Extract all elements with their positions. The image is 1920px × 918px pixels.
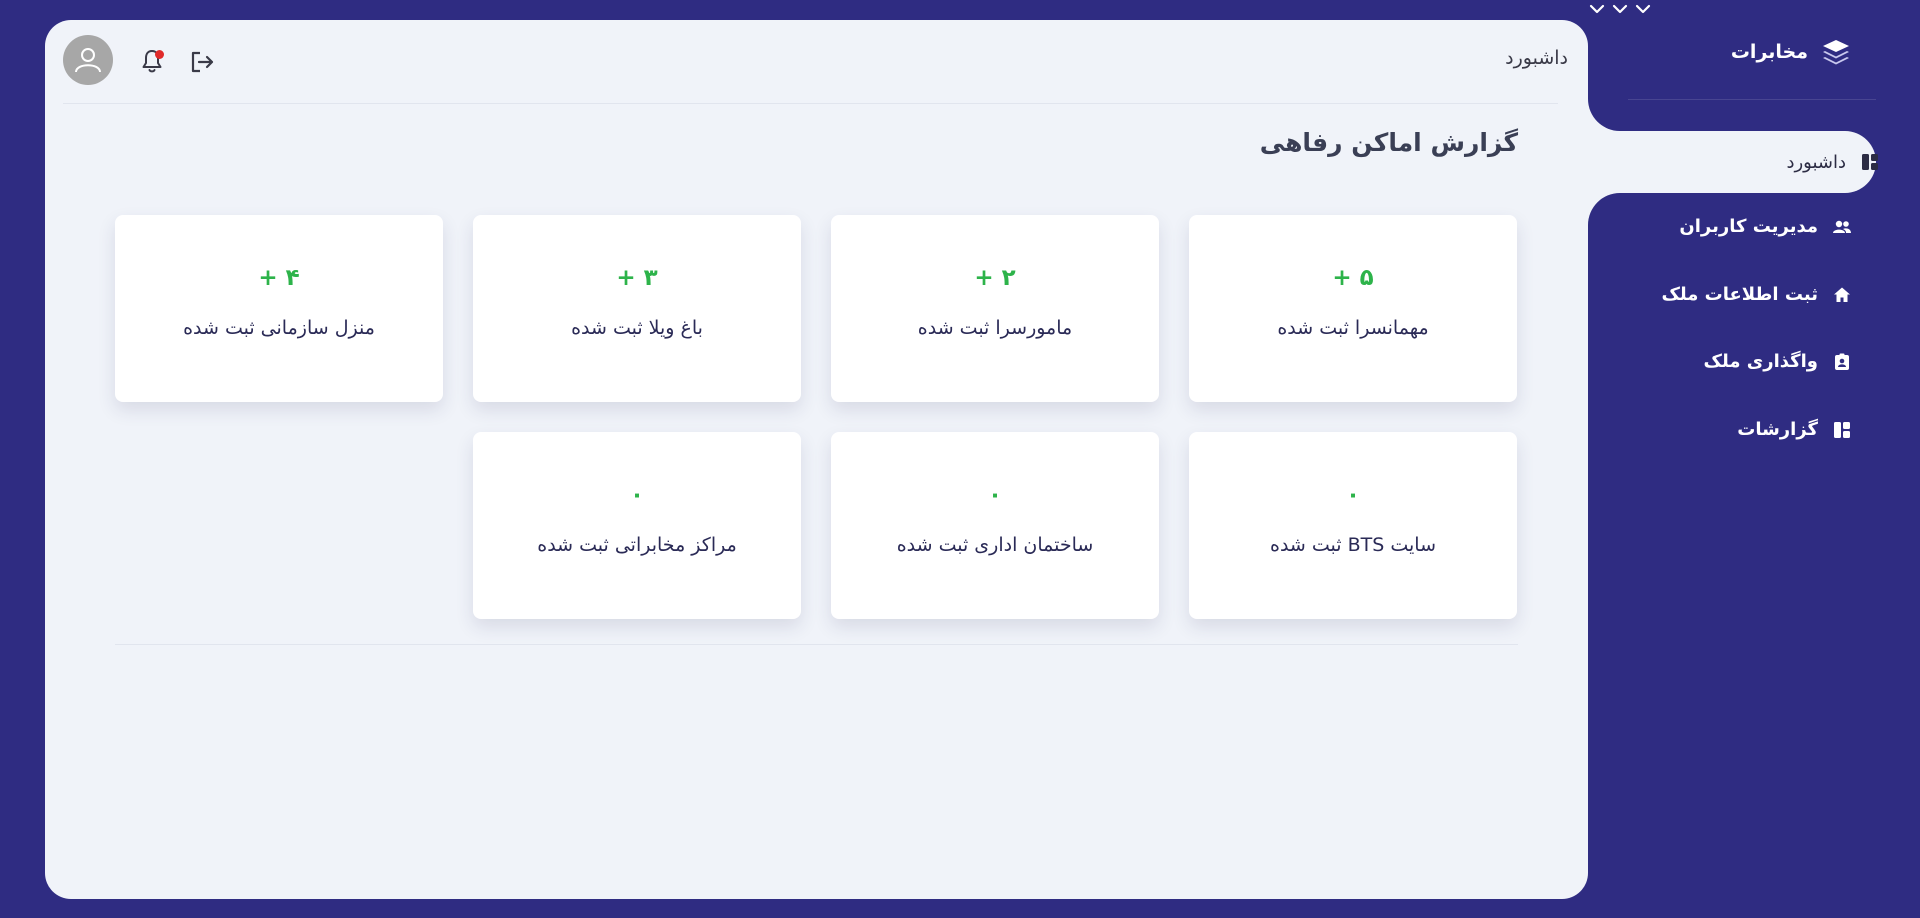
stat-label: منزل سازمانی ثبت شده <box>183 317 375 339</box>
sidebar-item-dashboard[interactable]: داشبورد <box>1786 131 1880 193</box>
sidebar-item-label: داشبورد <box>1786 151 1846 173</box>
sidebar-item-label: ثبت اطلاعات ملک <box>1661 284 1818 305</box>
user-icon <box>75 48 101 73</box>
stat-label: باغ ویلا ثبت شده <box>571 317 703 339</box>
brand-divider <box>1614 99 1876 100</box>
stat-value: ۰ <box>629 482 645 508</box>
sidebar-item-property-registration[interactable]: ثبت اطلاعات ملک <box>1661 284 1852 305</box>
stat-card-garden-villa[interactable]: + ۳ باغ ویلا ثبت شده <box>473 215 801 402</box>
stat-label: سایت BTS ثبت شده <box>1269 534 1436 556</box>
dashboard-icon <box>1860 152 1880 172</box>
active-tab-curve-top <box>1588 99 1628 131</box>
chevron-down-icon[interactable] <box>1588 3 1611 22</box>
sidebar-item-reports[interactable]: گزارشات <box>1737 419 1852 440</box>
stat-card-bts-site[interactable]: ۰ سایت BTS ثبت شده <box>1189 432 1517 619</box>
stat-value: + ۴ <box>258 265 300 291</box>
stat-value: ۰ <box>1345 482 1361 508</box>
stat-value: + ۲ <box>974 265 1016 291</box>
report-icon <box>1832 420 1852 440</box>
section-divider <box>115 644 1518 645</box>
stat-card-office-building[interactable]: ۰ ساختمان اداری ثبت شده <box>831 432 1159 619</box>
sidebar-item-label: مدیریت کاربران <box>1679 216 1818 237</box>
page-title: گزارش اماکن رفاهی <box>1259 128 1518 157</box>
layers-icon <box>1820 36 1852 68</box>
brand[interactable]: مخابرات <box>1731 36 1852 68</box>
sidebar: مخابرات داشبورد مدیریت کاربران ثبت اطلاع… <box>1588 0 1920 918</box>
stat-card-telecom-center[interactable]: ۰ مراکز مخابراتی ثبت شده <box>473 432 801 619</box>
stat-card-guesthouse[interactable]: + ۵ مهمانسرا ثبت شده <box>1189 215 1517 402</box>
stat-label: مراکز مخابراتی ثبت شده <box>537 534 737 556</box>
home-icon <box>1832 285 1852 305</box>
brand-title: مخابرات <box>1730 41 1808 63</box>
stat-label: مهمانسرا ثبت شده <box>1277 317 1429 339</box>
sidebar-item-label: گزارشات <box>1737 419 1818 440</box>
avatar[interactable] <box>63 35 113 85</box>
stat-card-mission-house[interactable]: + ۲ مامورسرا ثبت شده <box>831 215 1159 402</box>
stat-label: ساختمان اداری ثبت شده <box>896 534 1094 556</box>
breadcrumb[interactable]: داشبورد <box>1505 47 1568 69</box>
stat-value: + ۵ <box>1332 265 1374 291</box>
chevron-down-icon[interactable] <box>1634 3 1652 22</box>
badge-icon <box>1832 352 1852 372</box>
stat-value: + ۳ <box>616 265 658 291</box>
main-panel: داشبورد گزارش اماکن رفاهی + ۵ مهمانسرا ث… <box>45 20 1588 899</box>
users-icon <box>1832 217 1852 237</box>
logout-icon[interactable] <box>188 48 216 76</box>
stat-label: مامورسرا ثبت شده <box>917 317 1073 339</box>
notification-dot <box>155 50 164 59</box>
top-bar: داشبورد <box>63 20 1568 104</box>
stat-card-organizational-house[interactable]: + ۴ منزل سازمانی ثبت شده <box>115 215 443 402</box>
chevron-down-icon[interactable] <box>1611 3 1634 22</box>
sidebar-item-property-assignment[interactable]: واگذاری ملک <box>1704 351 1852 372</box>
stat-value: ۰ <box>987 482 1003 508</box>
active-tab-curve-bottom <box>1588 193 1628 225</box>
sidebar-item-label: واگذاری ملک <box>1703 351 1818 372</box>
sidebar-item-user-management[interactable]: مدیریت کاربران <box>1679 216 1852 237</box>
